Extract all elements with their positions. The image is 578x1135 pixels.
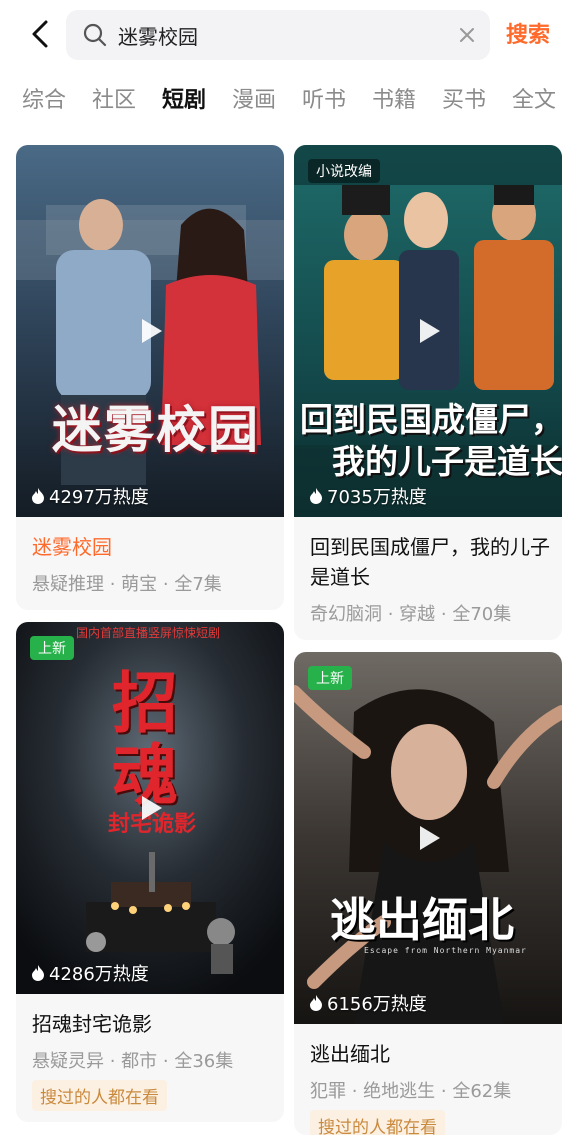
drama-title[interactable]: 逃出缅北 [310, 1039, 550, 1069]
drama-title[interactable]: 迷雾校园 [32, 532, 272, 562]
drama-cover[interactable]: 上新 逃出缅北 Escape from Northern Myanmar 615… [294, 652, 562, 1024]
top-bar: 搜索 [0, 0, 578, 70]
drama-meta: 悬疑灵异 · 都市 · 全36集 [32, 1051, 234, 1072]
heat-value: 7035万热度 [327, 487, 427, 508]
trending-tag: 搜过的人都在看 [310, 1110, 445, 1135]
drama-card[interactable]: 上新 逃出缅北 Escape from Northern Myanmar 615… [294, 652, 562, 1135]
drama-card[interactable]: 小说改编 回到民国成僵尸， 我的儿子是道长 7035万热度 回到民国成僵尸，我的… [294, 145, 562, 640]
drama-cover[interactable]: 上新 国内首部直播竖屏惊悚短剧 招 魂 封宅诡影 4286万热度 [16, 622, 284, 994]
tab-books[interactable]: 书籍 [372, 82, 416, 114]
fire-icon [32, 488, 44, 504]
tab-comprehensive[interactable]: 综合 [22, 82, 66, 114]
search-button[interactable]: 搜索 [506, 17, 550, 49]
tab-comics[interactable]: 漫画 [232, 82, 276, 114]
cover-title-text: 回到民国成僵尸， [300, 400, 562, 439]
tab-short-drama[interactable]: 短剧 [162, 82, 206, 114]
heat-value: 4297万热度 [49, 487, 149, 508]
tab-full-text[interactable]: 全文 [512, 82, 556, 114]
heat-count: 7035万热度 [308, 483, 427, 509]
drama-meta: 犯罪 · 绝地逃生 · 全62集 [310, 1081, 512, 1102]
chevron-left-icon [32, 20, 48, 48]
new-badge: 上新 [308, 666, 352, 690]
tab-buy-books[interactable]: 买书 [442, 82, 486, 114]
heat-count: 6156万热度 [308, 990, 427, 1016]
play-icon [142, 319, 162, 343]
play-icon [420, 319, 440, 343]
cover-english-subtitle: Escape from Northern Myanmar [364, 946, 527, 955]
search-input[interactable] [118, 18, 438, 52]
search-icon [83, 23, 107, 47]
adaptation-badge: 小说改编 [308, 159, 380, 183]
new-badge: 上新 [30, 636, 74, 660]
drama-card[interactable]: 上新 国内首部直播竖屏惊悚短剧 招 魂 封宅诡影 4286万热度 招魂封宅诡影 … [16, 622, 284, 1122]
heat-value: 4286万热度 [49, 964, 149, 985]
cover-title-text: 逃出缅北 [330, 893, 514, 947]
drama-title[interactable]: 招魂封宅诡影 [32, 1009, 272, 1039]
drama-meta: 奇幻脑洞 · 穿越 · 全70集 [310, 604, 512, 625]
drama-title[interactable]: 回到民国成僵尸，我的儿子是道长 [310, 532, 550, 592]
tab-community[interactable]: 社区 [92, 82, 136, 114]
cover-caption: 国内首部直播竖屏惊悚短剧 [76, 626, 221, 640]
drama-card[interactable]: 迷雾校园 4297万热度 迷雾校园 悬疑推理 · 萌宝 · 全7集 [16, 145, 284, 610]
cover-subtitle-text: 我的儿子是道长 [332, 442, 562, 481]
drama-meta: 悬疑推理 · 萌宝 · 全7集 [32, 574, 222, 595]
drama-cover[interactable]: 迷雾校园 4297万热度 [16, 145, 284, 517]
fire-icon [310, 488, 322, 504]
tab-audiobooks[interactable]: 听书 [302, 82, 346, 114]
category-tabs: 综合 社区 短剧 漫画 听书 书籍 买书 全文 [0, 78, 578, 122]
clear-icon[interactable] [456, 24, 478, 46]
heat-count: 4286万热度 [30, 960, 149, 986]
back-button[interactable] [26, 14, 58, 54]
cover-title-text: 迷雾校园 [52, 400, 260, 459]
play-icon [142, 796, 162, 820]
search-box[interactable] [66, 10, 490, 60]
drama-cover[interactable]: 小说改编 回到民国成僵尸， 我的儿子是道长 7035万热度 [294, 145, 562, 517]
play-icon [420, 826, 440, 850]
fire-icon [310, 995, 322, 1011]
heat-value: 6156万热度 [327, 994, 427, 1015]
heat-count: 4297万热度 [30, 483, 149, 509]
fire-icon [32, 965, 44, 981]
trending-tag: 搜过的人都在看 [32, 1080, 167, 1111]
